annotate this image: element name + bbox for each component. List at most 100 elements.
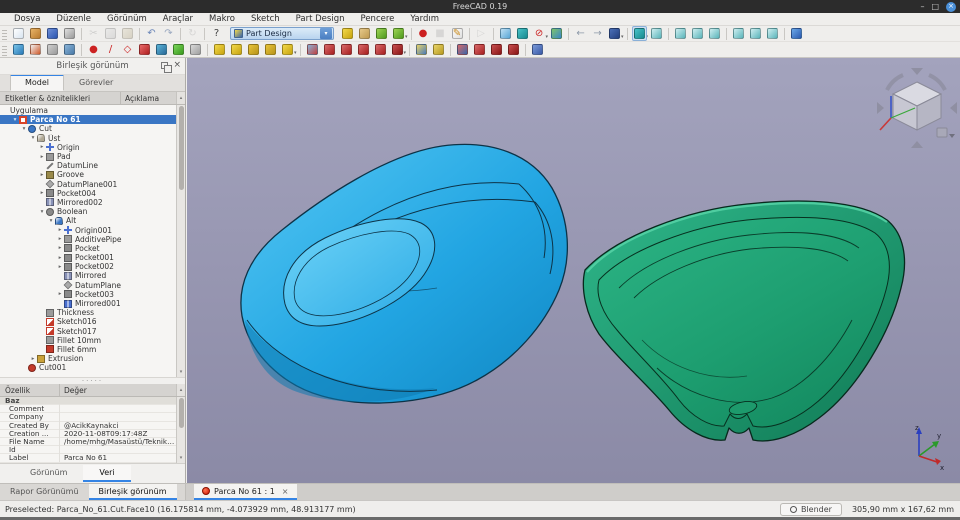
menu-g-r-n-m[interactable]: Görünüm (99, 13, 155, 26)
tree-item-pocket002[interactable]: ▸ Pocket002 (0, 262, 176, 271)
tab-rapor-g-r-n-m[interactable]: Rapor Görünümü (0, 484, 89, 500)
nav-cube-menu-icon[interactable] (936, 127, 955, 138)
tree-item-extrusion[interactable]: ▸ Extrusion (0, 354, 176, 363)
tab-birle-ik-g-r-n-m[interactable]: Birleşik görünüm (88, 484, 177, 500)
refresh-button[interactable]: ↻ (185, 26, 200, 41)
tree-item-datumplane[interactable]: DatumPlane (0, 281, 176, 290)
tree-item-pad[interactable]: ▸ Pad (0, 152, 176, 161)
tree-item-origin[interactable]: ▸ Origin (0, 143, 176, 152)
expander-icon[interactable]: ▾ (47, 218, 55, 224)
tree-item-cut[interactable]: ▾ Cut (0, 124, 176, 133)
create-body-button[interactable] (11, 42, 26, 57)
view-top-button[interactable] (690, 26, 705, 41)
multi-transform-button[interactable] (431, 42, 446, 57)
tree-item-parca-no-61[interactable]: ▾ Parca No 61 (0, 115, 176, 125)
datum-point-button[interactable]: ● (86, 42, 101, 57)
macro-edit-button[interactable]: ✎ (450, 26, 465, 41)
macro-play-button[interactable]: ▷ (474, 26, 489, 41)
expander-icon[interactable]: ▸ (38, 172, 46, 178)
tab-g-revler[interactable]: Görevler (64, 75, 128, 91)
copy-button[interactable] (103, 26, 118, 41)
tab-g-r-n-m[interactable]: Görünüm (14, 465, 83, 482)
whats-this-button[interactable]: ? (209, 26, 224, 41)
tree-item-fillet-10mm[interactable]: Fillet 10mm (0, 336, 176, 345)
workbench-selector[interactable]: Part Design ▾ (230, 27, 334, 40)
tree-item-datumplane001[interactable]: DatumPlane001 (0, 180, 176, 189)
tree-scrollbar-thumb[interactable] (178, 106, 184, 190)
additive-loft-button[interactable] (246, 42, 261, 57)
zoom-tool-button[interactable] (515, 26, 530, 41)
pad-button[interactable] (212, 42, 227, 57)
chamfer-button[interactable] (472, 42, 487, 57)
open-file-button[interactable] (28, 26, 43, 41)
view-left-button[interactable] (765, 26, 780, 41)
local-coordinate-system-button[interactable] (137, 42, 152, 57)
thickness-button[interactable] (506, 42, 521, 57)
expander-icon[interactable]: ▸ (56, 236, 64, 242)
new-file-button[interactable] (11, 26, 26, 41)
tree-item-groove[interactable]: ▸ Groove (0, 170, 176, 179)
toolbar-grip[interactable] (2, 27, 7, 40)
document-tab[interactable]: Parca No 61 : 1 × (194, 484, 297, 500)
part-solid-blue[interactable] (240, 143, 568, 404)
3d-viewport[interactable]: z y x (187, 58, 960, 483)
expander-icon[interactable]: ▸ (56, 264, 64, 270)
mirrored-transform-button[interactable] (414, 42, 429, 57)
panel-titlebar[interactable]: Birleşik görünüm × (0, 58, 185, 75)
clone-button[interactable] (171, 42, 186, 57)
view-rotate-button[interactable] (607, 26, 622, 41)
float-panel-icon[interactable] (161, 62, 173, 73)
tree-item-cut001[interactable]: Cut001 (0, 363, 176, 372)
subtractive-primitive-button[interactable] (390, 42, 405, 57)
tree-scroll-down-icon[interactable]: ▾ (177, 368, 185, 377)
tree-item-uygulama[interactable]: Uygulama (0, 106, 176, 115)
tree-item-mirrored[interactable]: Mirrored (0, 271, 176, 280)
boolean-operation-button[interactable] (530, 42, 545, 57)
expander-icon[interactable]: ▸ (38, 144, 46, 150)
tree-item-thickness[interactable]: Thickness (0, 308, 176, 317)
hole-button[interactable] (322, 42, 337, 57)
tree-scroll-up-icon[interactable]: ▴ (176, 92, 185, 104)
edit-sketch-button[interactable] (62, 42, 77, 57)
additive-primitive-button[interactable] (280, 42, 295, 57)
expander-icon[interactable]: ▾ (20, 126, 28, 132)
tree-item-datumline[interactable]: DatumLine (0, 161, 176, 170)
view-front-button[interactable] (673, 26, 688, 41)
measure-distance-button[interactable] (789, 26, 804, 41)
expander-icon[interactable]: ▸ (56, 245, 64, 251)
menu-yard-m[interactable]: Yardım (402, 13, 447, 26)
texture-view-button[interactable] (549, 26, 564, 41)
menu-makro[interactable]: Makro (201, 13, 243, 26)
undo-button[interactable]: ↶ (144, 26, 159, 41)
tree-item-mirrored001[interactable]: Mirrored001 (0, 299, 176, 308)
property-scroll-up-icon[interactable]: ▴ (176, 384, 185, 396)
toolbar-grip[interactable] (2, 43, 7, 56)
tree-item-st[interactable]: ▾ Üst (0, 134, 176, 143)
subtractive-pipe-button[interactable] (373, 42, 388, 57)
tree-item-pocket001[interactable]: ▸ Pocket001 (0, 253, 176, 262)
map-sketch-button[interactable] (45, 42, 60, 57)
expander-icon[interactable]: ▾ (11, 117, 19, 123)
document-tab-close-icon[interactable]: × (282, 487, 289, 496)
nav-back-button[interactable]: ← (573, 26, 588, 41)
minimize-icon[interactable]: – (920, 2, 924, 11)
print-button[interactable] (62, 26, 77, 41)
tree-item-origin001[interactable]: ▸ Origin001 (0, 225, 176, 235)
window-titlebar[interactable]: FreeCAD 0.19 – □ × (0, 0, 960, 13)
draft-button[interactable] (489, 42, 504, 57)
redo-button[interactable]: ↷ (161, 26, 176, 41)
make-link-button[interactable] (374, 26, 389, 41)
expander-icon[interactable]: ▸ (56, 227, 64, 233)
std-group-button[interactable] (357, 26, 372, 41)
menu-d-zenle[interactable]: Düzenle (48, 13, 99, 26)
navigation-cube[interactable] (877, 68, 957, 148)
view-bottom-button[interactable] (748, 26, 763, 41)
tree-item-pocket[interactable]: ▸ Pocket (0, 244, 176, 253)
nav-forward-button[interactable]: → (590, 26, 605, 41)
tree-item-mirrored002[interactable]: Mirrored002 (0, 198, 176, 207)
panel-splitter[interactable]: ····· (0, 377, 185, 385)
groove-button[interactable] (339, 42, 354, 57)
property-scroll-down-icon[interactable]: ▾ (177, 454, 185, 463)
close-icon[interactable]: × (946, 1, 956, 12)
view-rear-button[interactable] (731, 26, 746, 41)
